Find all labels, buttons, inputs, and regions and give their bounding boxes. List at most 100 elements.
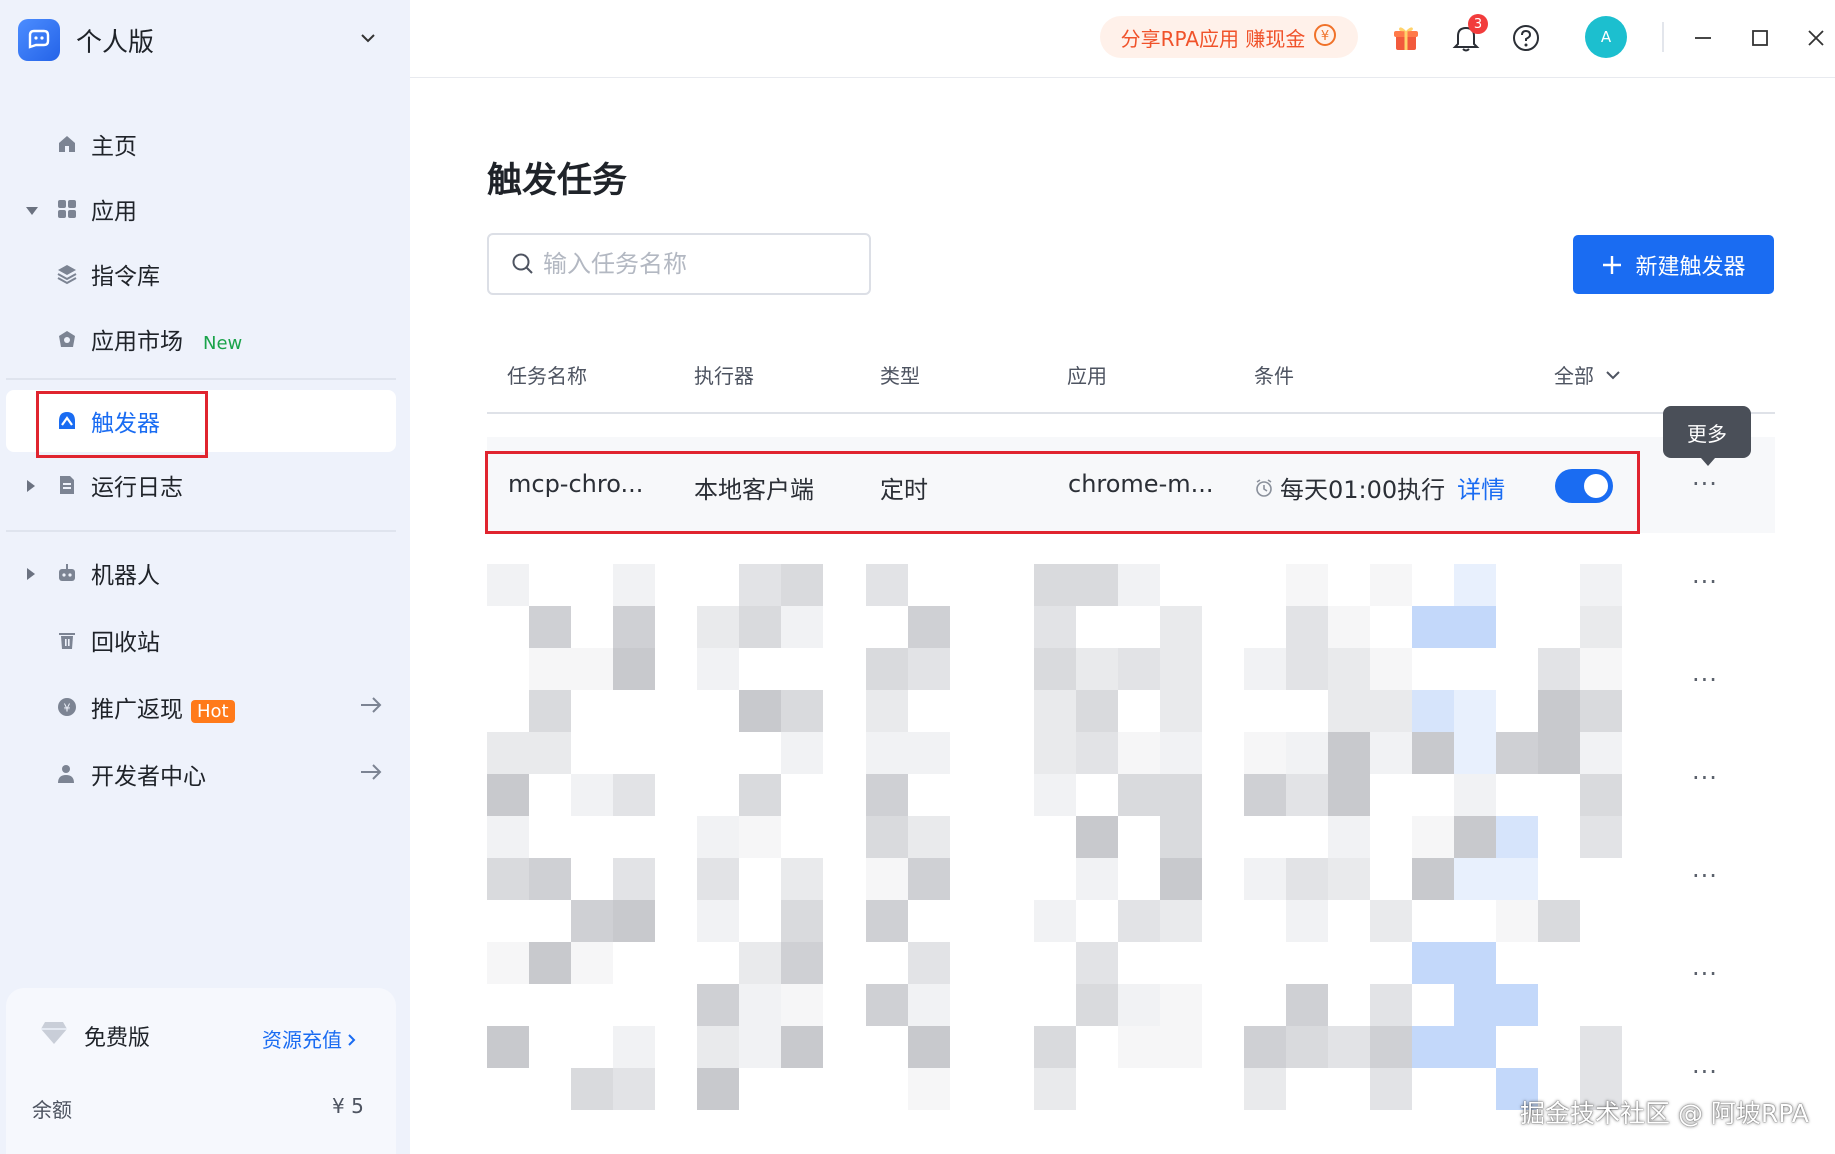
search-box[interactable] [487, 233, 871, 295]
sidebar-item-apps[interactable]: 应用 [0, 181, 410, 237]
redacted-pixel [1412, 732, 1454, 774]
redacted-pixel [1160, 900, 1202, 942]
redacted-pixel [739, 606, 781, 648]
redacted-pixel [1370, 1068, 1412, 1110]
sidebar-item-trash[interactable]: 回收站 [0, 612, 410, 668]
redacted-pixel [1034, 564, 1076, 606]
status-filter-dropdown[interactable]: 全部 [1554, 360, 1622, 389]
column-header-executor: 执行器 [694, 364, 754, 388]
redacted-pixel [1538, 690, 1580, 732]
redacted-pixel [908, 816, 950, 858]
redacted-pixel [1328, 858, 1370, 900]
more-button[interactable]: ··· [1692, 764, 1718, 792]
redacted-pixel [1538, 900, 1580, 942]
redacted-pixel [613, 900, 655, 942]
redacted-pixel [1412, 1026, 1454, 1068]
more-button[interactable]: ··· [1692, 862, 1718, 890]
log-icon [54, 472, 80, 498]
redacted-pixel [1034, 774, 1076, 816]
more-button[interactable]: ··· [1692, 568, 1718, 596]
yen-coin-icon: ¥ [1313, 23, 1337, 52]
sidebar-item-developer[interactable]: 开发者中心 [0, 746, 410, 802]
redacted-pixel [1244, 774, 1286, 816]
redacted-pixel [1160, 774, 1202, 816]
sidebar: 个人版 主页 应用 指令库 应用市场 New 触发器 运行日志 机器人 回收站 … [0, 0, 410, 1154]
maximize-icon[interactable] [1742, 20, 1778, 56]
bell-icon[interactable]: 3 [1448, 14, 1488, 56]
redacted-pixel [866, 816, 908, 858]
redacted-pixel [1034, 900, 1076, 942]
redacted-pixel [1580, 564, 1622, 606]
chevron-down-icon[interactable] [358, 28, 378, 52]
redacted-pixel [866, 648, 908, 690]
redacted-pixel [697, 648, 739, 690]
promo-label: 分享RPA应用 赚现金 [1120, 26, 1306, 51]
redacted-pixel [1496, 732, 1538, 774]
workspace-switcher[interactable]: 个人版 [18, 18, 388, 62]
redacted-pixel [866, 900, 908, 942]
redacted-pixel [1328, 690, 1370, 732]
status-filter-label: 全部 [1554, 364, 1594, 388]
more-button[interactable]: ··· [1692, 1058, 1718, 1086]
redacted-pixel [1118, 648, 1160, 690]
sidebar-item-home[interactable]: 主页 [0, 116, 410, 172]
sidebar-item-label: 运行日志 [91, 475, 183, 501]
redacted-pixel [1160, 816, 1202, 858]
redacted-pixel [697, 1068, 739, 1110]
redacted-pixel [1580, 606, 1622, 648]
redacted-pixel [908, 942, 950, 984]
redacted-pixel [739, 1026, 781, 1068]
redacted-pixel [1370, 1026, 1412, 1068]
redacted-pixel [1328, 732, 1370, 774]
new-trigger-button[interactable]: 新建触发器 [1573, 235, 1774, 294]
redacted-pixel [1412, 816, 1454, 858]
watermark: 掘金技术社区 @ 阿坡RPA [1520, 1099, 1809, 1128]
gift-icon[interactable] [1388, 20, 1424, 56]
redacted-pixel [1076, 858, 1118, 900]
redacted-pixel [1370, 984, 1412, 1026]
table-header-divider [487, 412, 1775, 414]
redacted-pixel [613, 1068, 655, 1110]
recharge-link[interactable]: 资源充值 [262, 1024, 356, 1053]
redacted-pixel [1286, 984, 1328, 1026]
sidebar-item-label: 推广返现 [91, 697, 183, 723]
caret-right-icon[interactable] [26, 472, 38, 498]
more-button[interactable]: ··· [1692, 960, 1718, 988]
redacted-pixel [1370, 900, 1412, 942]
chevron-down-icon [1604, 366, 1622, 384]
sidebar-item-label: 指令库 [91, 264, 160, 290]
caret-down-icon[interactable] [26, 196, 38, 222]
divider [6, 530, 396, 532]
redacted-pixel [781, 942, 823, 984]
redacted-pixel [1160, 606, 1202, 648]
avatar[interactable]: A [1585, 16, 1627, 58]
redacted-pixel [487, 1026, 529, 1068]
redacted-pixel [1160, 858, 1202, 900]
redacted-pixel [908, 1068, 950, 1110]
search-input[interactable] [543, 250, 843, 278]
more-button[interactable]: ··· [1692, 470, 1718, 498]
redacted-pixel [1076, 984, 1118, 1026]
more-button[interactable]: ··· [1692, 666, 1718, 694]
sidebar-item-referral[interactable]: ¥ 推广返现 Hot [0, 679, 410, 735]
highlight-box [36, 391, 208, 458]
redacted-pixel [1580, 648, 1622, 690]
help-icon[interactable] [1508, 20, 1544, 56]
close-icon[interactable] [1798, 20, 1834, 56]
search-icon [511, 252, 535, 276]
redacted-pixel [1496, 858, 1538, 900]
caret-right-icon[interactable] [26, 560, 38, 586]
redacted-pixel [1034, 1068, 1076, 1110]
minimize-icon[interactable] [1685, 20, 1721, 56]
sidebar-item-market[interactable]: 应用市场 New [0, 311, 410, 367]
redacted-pixel [1118, 1026, 1160, 1068]
promo-button[interactable]: 分享RPA应用 赚现金 ¥ [1100, 16, 1358, 58]
redacted-pixel [571, 1068, 613, 1110]
redacted-pixel [866, 564, 908, 606]
sidebar-item-commands[interactable]: 指令库 [0, 246, 410, 302]
redacted-pixel [1454, 942, 1496, 984]
sidebar-item-robots[interactable]: 机器人 [0, 545, 410, 601]
redacted-pixel [1244, 732, 1286, 774]
redacted-pixel [613, 564, 655, 606]
sidebar-item-logs[interactable]: 运行日志 [0, 457, 410, 513]
